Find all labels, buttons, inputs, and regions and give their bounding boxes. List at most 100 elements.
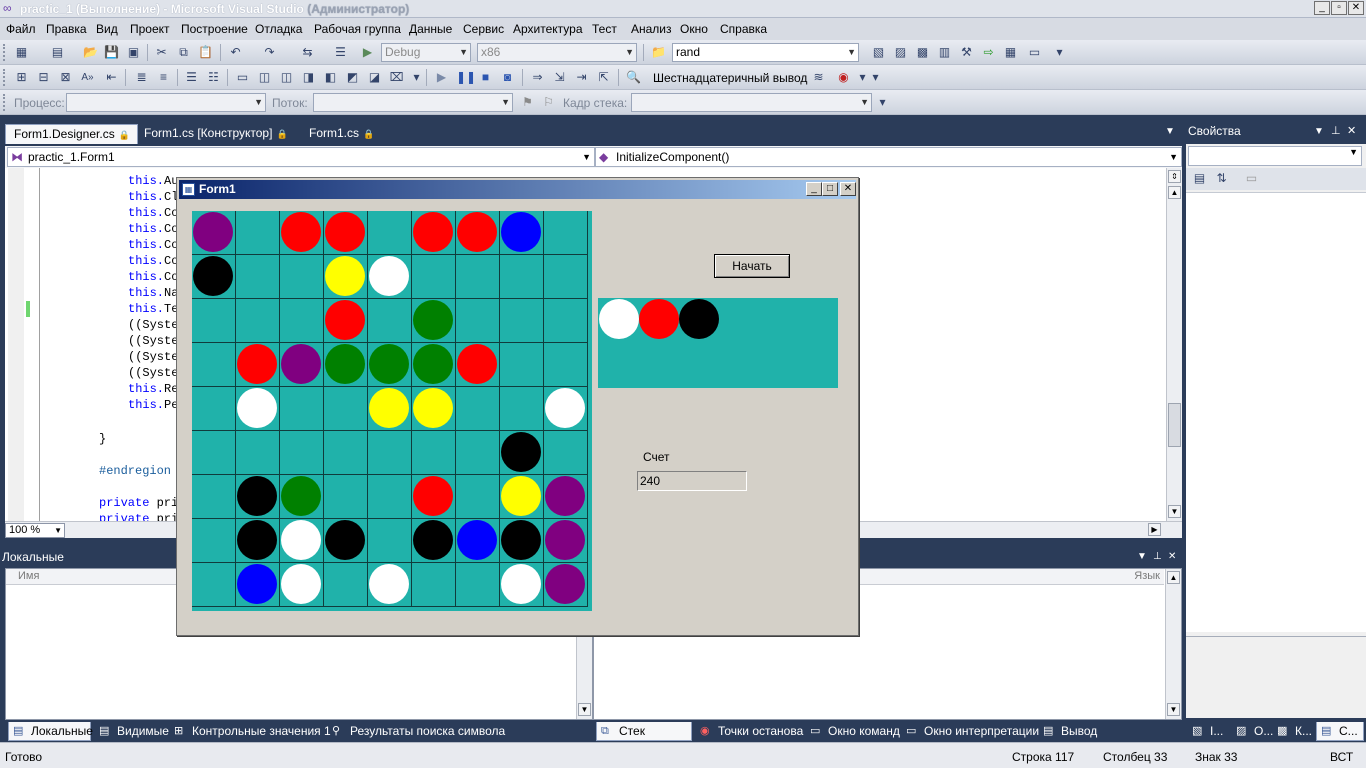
- property-pages-icon[interactable]: ▭: [1244, 171, 1259, 186]
- menu-file[interactable]: Файл: [6, 22, 36, 36]
- board-cell[interactable]: [456, 387, 500, 431]
- call-stack-scrollbar[interactable]: ▲ ▼: [1165, 569, 1181, 719]
- scroll-up-icon[interactable]: ▲: [1168, 186, 1181, 199]
- step-out-icon[interactable]: ⇱: [596, 70, 611, 85]
- platform-combo[interactable]: x86 ▼: [477, 43, 637, 62]
- menu-debug[interactable]: Отладка: [255, 22, 302, 36]
- form-maximize-button[interactable]: □: [822, 182, 838, 196]
- toolbox-icon[interactable]: ▥: [937, 45, 952, 60]
- score-field[interactable]: 240: [637, 471, 747, 491]
- stack-frame-combo[interactable]: ▼: [631, 93, 872, 112]
- tab-output[interactable]: ▤ Вывод: [1039, 722, 1097, 741]
- stop-debugging-icon[interactable]: ■: [478, 70, 493, 85]
- restart-icon[interactable]: ◙: [500, 70, 515, 85]
- comment-icon[interactable]: ☰: [333, 45, 348, 60]
- board-cell[interactable]: [412, 255, 456, 299]
- form-close-button[interactable]: ✕: [840, 182, 856, 196]
- redo-icon[interactable]: ↷: [262, 45, 277, 60]
- ball[interactable]: [281, 344, 321, 384]
- editor-vertical-scrollbar[interactable]: ⇕ ▲ ▼: [1166, 168, 1182, 521]
- ball[interactable]: [237, 344, 277, 384]
- ball[interactable]: [501, 564, 541, 604]
- ball[interactable]: [281, 476, 321, 516]
- tab-command-window[interactable]: ▭ Окно команд: [806, 722, 900, 741]
- menu-team[interactable]: Рабочая группа: [314, 22, 401, 36]
- find-combo[interactable]: rand ▼: [672, 43, 859, 62]
- menu-window[interactable]: Окно: [680, 22, 708, 36]
- toolbar-options-icon[interactable]: ▾: [1052, 45, 1067, 60]
- breakpoints-menu-icon[interactable]: ◉: [836, 70, 851, 85]
- next-doc-bookmark-icon[interactable]: ◪: [367, 70, 382, 85]
- menu-architecture[interactable]: Архитектура: [513, 22, 583, 36]
- start-page-icon[interactable]: ⇨: [981, 45, 996, 60]
- tab-watch-1[interactable]: ⊞ Контрольные значения 1: [170, 722, 331, 741]
- continue-icon[interactable]: ▶: [434, 70, 449, 85]
- scroll-right-icon[interactable]: ▶: [1148, 523, 1161, 536]
- bookmark-icon[interactable]: ▭: [235, 70, 250, 85]
- ball[interactable]: [237, 564, 277, 604]
- ball[interactable]: [237, 388, 277, 428]
- ball[interactable]: [325, 520, 365, 560]
- close-icon[interactable]: ✕: [1347, 122, 1356, 141]
- board-cell[interactable]: [412, 431, 456, 475]
- indent-icon[interactable]: ≣: [134, 70, 149, 85]
- board-cell[interactable]: [544, 255, 588, 299]
- board-cell[interactable]: [280, 431, 324, 475]
- form1-titlebar[interactable]: ▦ Form1 _ □ ✕: [179, 180, 856, 199]
- split-icon[interactable]: ⇕: [1168, 170, 1181, 183]
- object-browser-icon[interactable]: ▩: [915, 45, 930, 60]
- ball[interactable]: [501, 476, 541, 516]
- ball[interactable]: [413, 388, 453, 428]
- ball[interactable]: [325, 256, 365, 296]
- board-cell[interactable]: [544, 299, 588, 343]
- board-cell[interactable]: [368, 211, 412, 255]
- tab-breakpoints[interactable]: ◉ Точки останова: [696, 722, 803, 741]
- member-list-icon[interactable]: ⊞: [14, 70, 29, 85]
- tab-immediate-window[interactable]: ▭ Окно интерпретации: [902, 722, 1039, 741]
- menu-tools[interactable]: Сервис: [463, 22, 504, 36]
- quick-info-icon[interactable]: ⊠: [58, 70, 73, 85]
- command-window-icon[interactable]: ▭: [1027, 45, 1042, 60]
- extension-manager-icon[interactable]: ▦: [1003, 45, 1018, 60]
- menu-build[interactable]: Построение: [181, 22, 248, 36]
- properties-window-icon[interactable]: ▨: [893, 45, 908, 60]
- show-threads-icon[interactable]: ≋: [811, 70, 826, 85]
- board-cell[interactable]: [368, 519, 412, 563]
- board-cell[interactable]: [368, 299, 412, 343]
- board-cell[interactable]: [192, 431, 236, 475]
- categorized-icon[interactable]: ▤: [1192, 171, 1207, 186]
- board-cell[interactable]: [544, 343, 588, 387]
- tabs-dropdown-icon[interactable]: ▼: [1165, 126, 1175, 137]
- board-cell[interactable]: [192, 563, 236, 607]
- menu-project[interactable]: Проект: [130, 22, 170, 36]
- ball[interactable]: [369, 344, 409, 384]
- board-cell[interactable]: [192, 475, 236, 519]
- copy-icon[interactable]: ⧉: [176, 45, 191, 60]
- ball[interactable]: [413, 212, 453, 252]
- prev-doc-bookmark-icon[interactable]: ◩: [345, 70, 360, 85]
- tab-call-stack[interactable]: ⧉Стек вызовов: [596, 722, 692, 756]
- menu-test[interactable]: Тест: [592, 22, 617, 36]
- restore-button[interactable]: ▫: [1331, 1, 1347, 15]
- next-bookmark-icon[interactable]: ◫: [279, 70, 294, 85]
- ball[interactable]: [501, 212, 541, 252]
- toolbar-options-icon[interactable]: ▾: [409, 70, 424, 85]
- unindent-icon[interactable]: ≡: [156, 70, 171, 85]
- cut-icon[interactable]: ✂: [154, 45, 169, 60]
- thread-combo[interactable]: ▼: [313, 93, 513, 112]
- process-combo[interactable]: ▼: [66, 93, 266, 112]
- game-board[interactable]: [192, 211, 592, 611]
- flag-all-icon[interactable]: ⚐: [541, 95, 556, 110]
- tab-prop-2[interactable]: ▨ О...: [1232, 722, 1273, 741]
- alphabetical-icon[interactable]: ⇅: [1214, 171, 1229, 186]
- ball[interactable]: [457, 344, 497, 384]
- minimize-button[interactable]: _: [1314, 1, 1330, 15]
- tab-form1-designer-view[interactable]: Form1.cs [Конструктор] 🔒: [136, 124, 294, 144]
- start-debug-icon[interactable]: ▶: [360, 45, 375, 60]
- tab-prop-3[interactable]: ▩ К...: [1273, 722, 1312, 741]
- ball[interactable]: [413, 476, 453, 516]
- board-cell[interactable]: [544, 431, 588, 475]
- ball[interactable]: [545, 388, 585, 428]
- ball[interactable]: [325, 344, 365, 384]
- tab-prop-1[interactable]: ▧ I...: [1188, 722, 1223, 741]
